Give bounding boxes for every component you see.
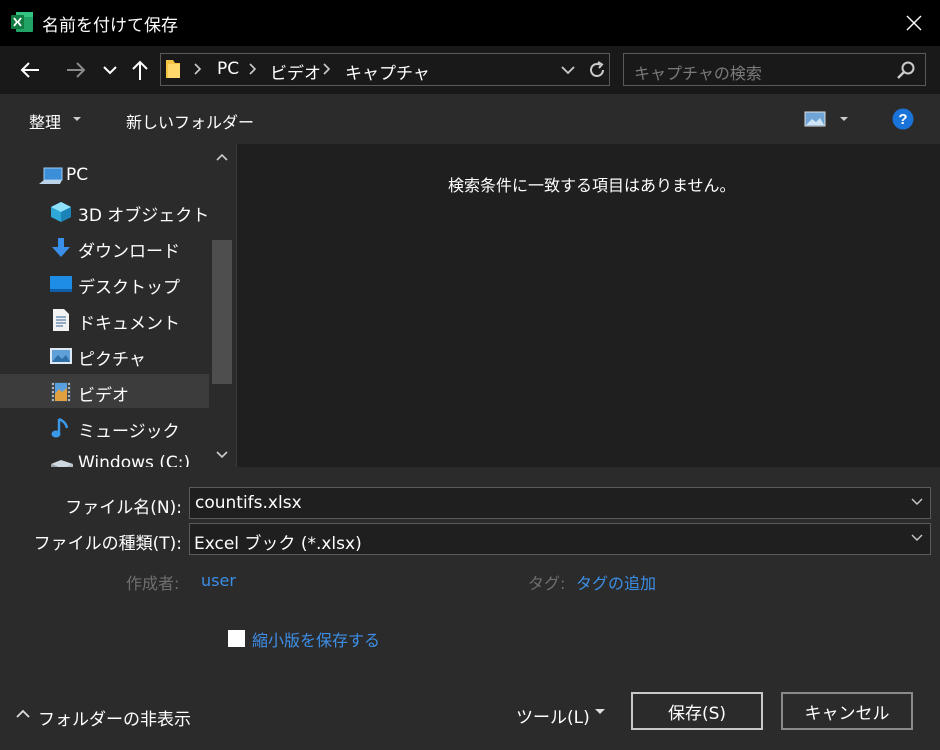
sidebar-item-label: ダウンロード xyxy=(78,242,180,262)
documents-icon xyxy=(50,308,74,332)
chevron-up-icon[interactable] xyxy=(16,709,30,719)
chevron-down-icon[interactable] xyxy=(911,498,923,506)
arrow-left-icon xyxy=(20,62,39,78)
add-tags-link[interactable]: タグの追加 xyxy=(576,570,656,594)
window-title: 名前を付けて保存 xyxy=(42,16,178,36)
sidebar-item-pictures[interactable]: ピクチャ xyxy=(0,338,209,372)
desktop-icon xyxy=(49,272,73,296)
search-icon[interactable] xyxy=(896,60,916,80)
pc-icon xyxy=(38,164,63,188)
help-icon[interactable]: ? xyxy=(892,108,914,130)
up-button[interactable] xyxy=(125,55,155,85)
videos-icon xyxy=(49,380,73,404)
sidebar-item-3d-objects[interactable]: 3D オブジェクト xyxy=(0,194,209,228)
sidebar-item-label: ピクチャ xyxy=(78,350,146,370)
sidebar-item-pc[interactable]: PC xyxy=(0,158,209,192)
search-placeholder: キャプチャの検索 xyxy=(634,64,762,83)
tools-button[interactable]: ツール(L) xyxy=(516,703,590,728)
sidebar-item-label: PC xyxy=(66,165,89,185)
cancel-button[interactable]: キャンセル xyxy=(781,692,913,730)
recent-locations-button[interactable] xyxy=(95,55,125,85)
breadcrumb-separator-icon xyxy=(193,62,203,76)
sidebar-item-downloads[interactable]: ダウンロード xyxy=(0,230,209,264)
back-button[interactable] xyxy=(15,55,45,85)
scrollbar-thumb[interactable] xyxy=(212,240,232,384)
download-icon xyxy=(50,236,74,260)
empty-message: 検索条件に一致する項目はありません。 xyxy=(448,176,736,195)
sidebar-item-label: 3D オブジェクト xyxy=(78,206,210,226)
pictures-icon xyxy=(49,344,73,368)
breadcrumb-capture[interactable]: キャプチャ xyxy=(345,59,430,84)
address-history-button[interactable] xyxy=(560,64,576,76)
new-folder-button[interactable]: 新しいフォルダー xyxy=(126,109,254,133)
scroll-up-arrow-icon[interactable] xyxy=(216,153,228,161)
filename-label: ファイル名(N): xyxy=(65,498,182,518)
refresh-button[interactable] xyxy=(587,60,607,80)
sidebar-item-label: Windows (C:) xyxy=(78,453,191,467)
filename-value[interactable]: countifs.xlsx xyxy=(195,493,302,513)
author-label: 作成者: xyxy=(126,574,180,593)
filetype-value[interactable]: Excel ブック (*.xlsx) xyxy=(194,529,362,554)
folder-icon xyxy=(165,58,183,80)
author-value[interactable]: user xyxy=(201,571,236,590)
caret-down-icon[interactable] xyxy=(839,116,849,122)
chevron-down-icon[interactable] xyxy=(911,534,923,542)
save-button[interactable]: 保存(S) xyxy=(631,692,763,730)
arrow-up-icon xyxy=(132,60,148,80)
view-icon xyxy=(804,111,826,127)
sidebar-item-music[interactable]: ミュージック xyxy=(0,410,209,444)
chevron-down-icon xyxy=(561,66,575,75)
sidebar-item-videos[interactable]: ビデオ xyxy=(0,374,209,408)
sidebar-item-label: ドキュメント xyxy=(78,314,180,334)
arrow-right-icon xyxy=(67,62,86,78)
music-icon xyxy=(50,416,74,440)
navigation-pane[interactable]: PC 3D オブジェクト ダウンロード デスクトップ ドキュメント ピクチャ ビ… xyxy=(0,144,236,467)
organize-button[interactable]: 整理 xyxy=(29,109,61,133)
svg-text:?: ? xyxy=(898,111,907,128)
sidebar-item-desktop[interactable]: デスクトップ xyxy=(0,266,209,300)
3d-objects-icon xyxy=(49,200,73,224)
sidebar-item-label: デスクトップ xyxy=(78,278,180,298)
breadcrumb-separator-icon xyxy=(248,62,258,76)
scroll-down-arrow-icon[interactable] xyxy=(216,451,228,459)
forward-button[interactable] xyxy=(61,55,91,85)
save-thumbnail-label[interactable]: 縮小版を保存する xyxy=(252,627,380,651)
refresh-icon xyxy=(590,61,604,77)
close-icon xyxy=(906,15,922,31)
breadcrumb-pc[interactable]: PC xyxy=(217,59,239,79)
excel-icon xyxy=(10,10,34,34)
tags-label: タグ: xyxy=(528,574,566,593)
sidebar-item-label: ミュージック xyxy=(78,422,180,442)
sidebar-item-label: ビデオ xyxy=(78,386,129,406)
sidebar-item-documents[interactable]: ドキュメント xyxy=(0,302,209,336)
breadcrumb-videos[interactable]: ビデオ xyxy=(270,59,321,84)
caret-down-icon xyxy=(72,116,82,122)
hide-folders-button[interactable]: フォルダーの非表示 xyxy=(38,705,191,730)
sidebar-item-windows-drive[interactable]: Windows (C:) xyxy=(0,446,209,467)
view-options-button[interactable] xyxy=(804,111,828,127)
breadcrumb-separator-icon xyxy=(322,62,332,76)
save-thumbnail-checkbox[interactable] xyxy=(228,630,245,647)
filetype-label: ファイルの種類(T): xyxy=(33,534,182,554)
drive-icon xyxy=(49,452,73,467)
close-button[interactable] xyxy=(890,4,938,42)
chevron-down-icon xyxy=(103,66,117,75)
caret-down-icon[interactable] xyxy=(594,708,606,715)
